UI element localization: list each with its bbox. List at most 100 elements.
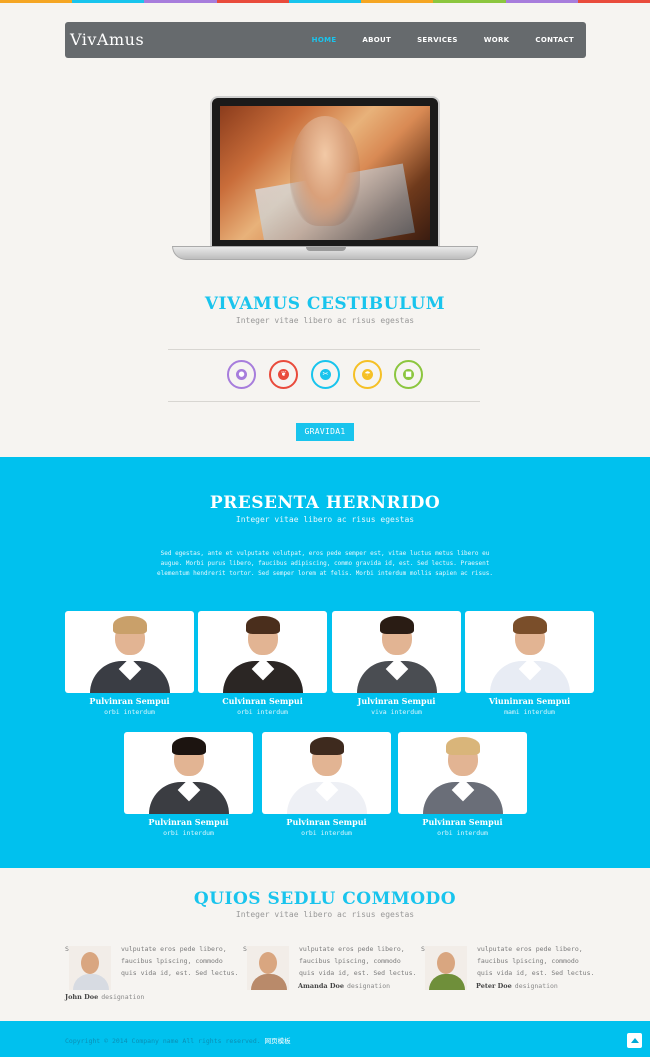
brand-logo[interactable]: VivAmus xyxy=(70,30,144,49)
user-feature-button[interactable]: ● xyxy=(227,360,256,389)
team-member-photo xyxy=(398,732,527,814)
author-designation: designation xyxy=(347,982,391,990)
author-name: John Doe xyxy=(65,993,99,1001)
photo-hair xyxy=(512,615,547,634)
tools-feature-button[interactable]: ✂ xyxy=(311,360,340,389)
author-designation: designation xyxy=(514,982,558,990)
team-member-role: viva interdum xyxy=(371,708,422,716)
photo-hair xyxy=(245,615,280,634)
nav-link-contact[interactable]: CONTACT xyxy=(535,36,574,44)
top-color-stripe xyxy=(0,0,650,3)
team-description: Sed egestas, ante et vulputate volutpat,… xyxy=(157,550,493,577)
testimonial-avatar xyxy=(425,946,467,990)
team-member-card[interactable]: Pulvinran Sempui orbi interdum xyxy=(262,732,391,837)
nav-link-about[interactable]: ABOUT xyxy=(362,36,391,44)
gravida-button[interactable]: GRAVIDA1 xyxy=(296,423,354,441)
avatar-body xyxy=(251,974,287,990)
stripe-segment xyxy=(433,0,506,3)
stripe-segment xyxy=(577,0,650,3)
nav-link-services[interactable]: SERVICES xyxy=(417,36,458,44)
photo-hair xyxy=(309,736,344,755)
team-member-card[interactable]: Viuninran Sempui mami interdum xyxy=(465,611,594,716)
nav-link-work[interactable]: WORK xyxy=(484,36,510,44)
testimonial-avatar xyxy=(247,946,289,990)
briefcase-icon: ■ xyxy=(403,369,414,380)
testimonial-text: vulputate eros pede libero, faucibus lpi… xyxy=(299,945,417,977)
leaf-feature-button[interactable]: ❦ xyxy=(269,360,298,389)
team-member-card[interactable]: Pulvinran Sempui orbi interdum xyxy=(65,611,194,716)
team-member-name: Viuninran Sempui xyxy=(488,696,571,706)
team-member-card[interactable]: Julvinran Sempui viva interdum xyxy=(332,611,461,716)
avatar-head xyxy=(259,952,277,974)
stripe-segment xyxy=(144,0,217,3)
leaf-icon: ❦ xyxy=(278,369,289,380)
team-member-name: Pulvinran Sempui xyxy=(148,817,229,827)
hero-laptop-image xyxy=(172,96,478,266)
stripe-segment xyxy=(72,0,145,3)
laptop-notch xyxy=(306,247,346,251)
stripe-segment xyxy=(216,0,289,3)
feature-icons: ● ❦ ✂ ☂ ■ xyxy=(227,360,427,390)
testimonial-author: John Doe designation xyxy=(65,993,144,1001)
umbrella-feature-button[interactable]: ☂ xyxy=(353,360,382,389)
hero-title: VIVAMUS CESTIBULUM xyxy=(204,294,446,314)
team-member-card[interactable]: Pulvinran Sempui orbi interdum xyxy=(398,732,527,837)
photo-hair xyxy=(171,736,206,755)
team-member-role: orbi interdum xyxy=(437,829,488,837)
template-link[interactable]: 网页模板 xyxy=(265,1037,291,1045)
briefcase-feature-button[interactable]: ■ xyxy=(394,360,423,389)
avatar-body xyxy=(429,974,465,990)
testimonial-text: vulputate eros pede libero, faucibus lpi… xyxy=(121,945,239,977)
team-member-photo xyxy=(332,611,461,693)
team-section: PRESENTA HERNRIDO Integer vitae libero a… xyxy=(0,457,650,868)
divider-bottom xyxy=(168,401,480,402)
author-name: Peter Doe xyxy=(476,982,512,990)
testimonial-author: Peter Doe designation xyxy=(476,982,558,990)
tools-icon: ✂ xyxy=(320,369,331,380)
team-member-role: mami interdum xyxy=(504,708,555,716)
team-subtitle: Integer vitae libero ac risus egestas xyxy=(235,515,415,524)
navbar: VivAmus HOME ABOUT SERVICES WORK CONTACT xyxy=(65,22,586,58)
team-member-photo xyxy=(262,732,391,814)
testimonials-title: QUIOS SEDLU COMMODO xyxy=(193,889,457,909)
team-member-photo xyxy=(65,611,194,693)
team-member-name: Culvinran Sempui xyxy=(222,696,303,706)
testimonial-avatar xyxy=(69,946,111,990)
author-name: Amanda Doe xyxy=(298,982,344,990)
arrow-up-icon xyxy=(630,1038,639,1043)
avatar-body xyxy=(73,974,109,990)
stripe-segment xyxy=(361,0,434,3)
footer: Copyright © 2014 Company name All rights… xyxy=(0,1021,650,1057)
team-member-photo xyxy=(198,611,327,693)
photo-hair xyxy=(379,615,414,634)
team-member-role: orbi interdum xyxy=(301,829,352,837)
stripe-segment xyxy=(0,0,73,3)
back-to-top-button[interactable] xyxy=(627,1033,642,1048)
team-member-role: orbi interdum xyxy=(237,708,288,716)
footer-copyright: Copyright © 2014 Company name All rights… xyxy=(65,1035,291,1045)
hero-subtitle: Integer vitae libero ac risus egestas xyxy=(235,316,415,325)
team-member-photo xyxy=(124,732,253,814)
screen-photo-face xyxy=(290,116,360,226)
team-member-photo xyxy=(465,611,594,693)
author-designation: designation xyxy=(101,993,145,1001)
team-title: PRESENTA HERNRIDO xyxy=(209,493,441,513)
testimonial-text: vulputate eros pede libero, faucibus lpi… xyxy=(477,945,595,977)
photo-hair xyxy=(445,736,480,755)
nav-link-home[interactable]: HOME xyxy=(312,36,337,44)
stripe-segment xyxy=(505,0,578,3)
divider-top xyxy=(168,349,480,350)
team-member-role: orbi interdum xyxy=(163,829,214,837)
avatar-head xyxy=(81,952,99,974)
testimonial-author: Amanda Doe designation xyxy=(298,982,390,990)
testimonial-item: Sedvulputate eros pede libero, faucibus … xyxy=(243,943,416,1003)
team-member-card[interactable]: Culvinran Sempui orbi interdum xyxy=(198,611,327,716)
umbrella-icon: ☂ xyxy=(362,369,373,380)
testimonials-subtitle: Integer vitae libero ac risus egestas xyxy=(235,910,415,919)
team-member-card[interactable]: Pulvinran Sempui orbi interdum xyxy=(124,732,253,837)
team-member-name: Pulvinran Sempui xyxy=(286,817,367,827)
copyright-text: Copyright © 2014 Company name All rights… xyxy=(65,1037,261,1045)
testimonial-item: Sedvulputate eros pede libero, faucibus … xyxy=(65,943,238,1003)
team-member-role: orbi interdum xyxy=(104,708,155,716)
team-member-name: Pulvinran Sempui xyxy=(89,696,170,706)
